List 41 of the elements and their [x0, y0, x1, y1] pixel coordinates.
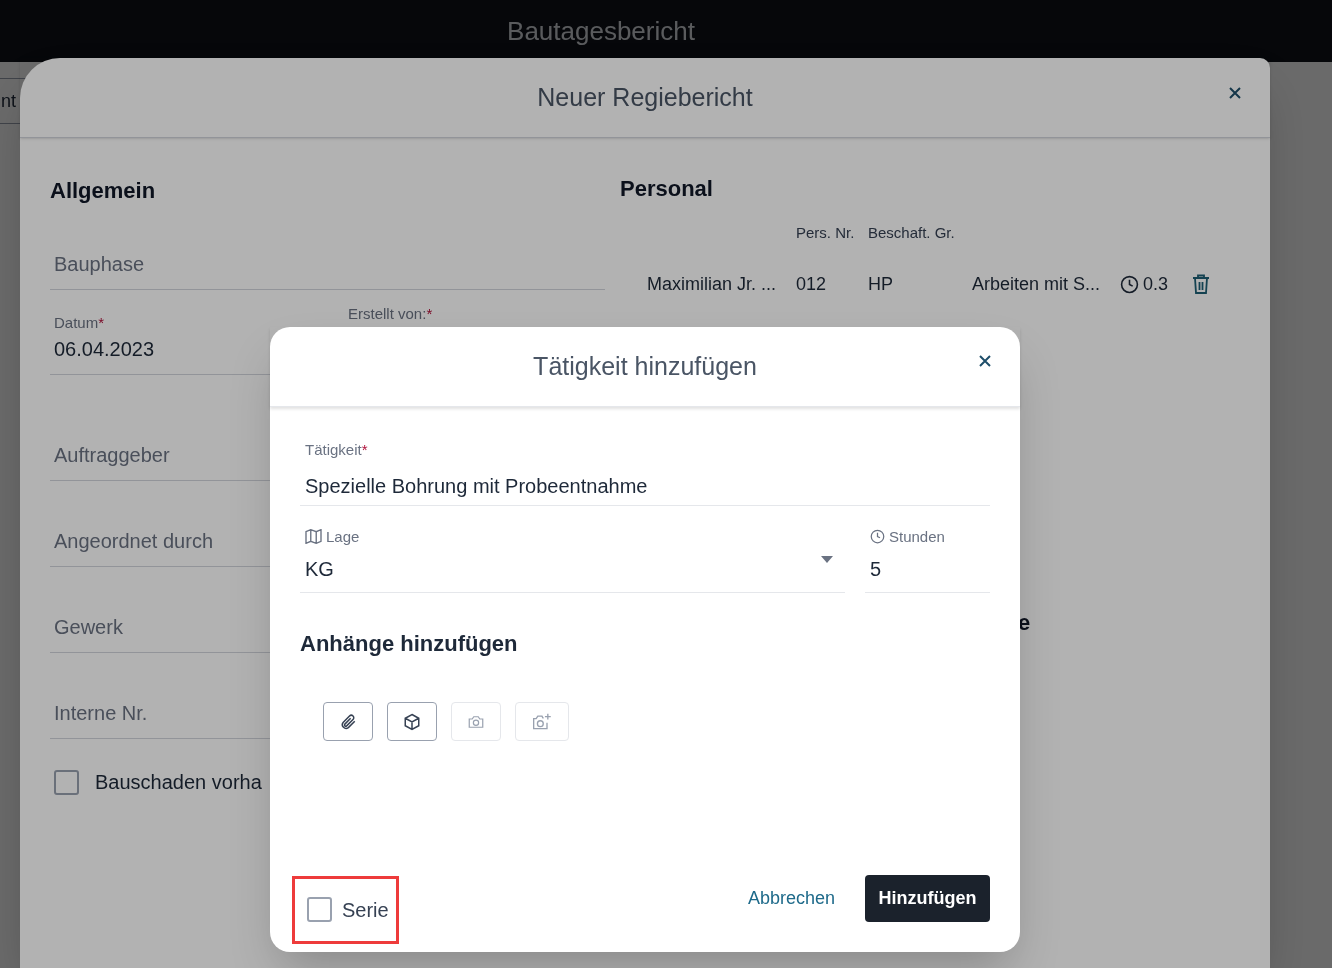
trash-icon	[1192, 274, 1210, 294]
checkbox[interactable]	[307, 897, 332, 922]
dialog-title: Tätigkeit hinzufügen	[533, 350, 757, 382]
cube-icon	[403, 712, 421, 731]
table-cell-text: 012	[796, 272, 828, 296]
add-button[interactable]: Hinzufügen	[865, 875, 990, 922]
map-icon	[305, 529, 322, 545]
field-label: Datum*	[54, 312, 106, 333]
field-value: Spezielle Bohrung mit Probeentnahme	[305, 473, 648, 499]
section-heading: Anhänge hinzufügen	[300, 631, 518, 656]
field-value: 5	[870, 557, 882, 582]
dialog-title: Neuer Regiebericht	[537, 81, 753, 113]
field-label: Lage	[326, 526, 360, 547]
cancel-link[interactable]: Abbrechen	[747, 885, 835, 912]
delete-button[interactable]	[1192, 274, 1210, 294]
field-label: Erstellt von:*	[348, 303, 434, 324]
checkbox-label: Bauschaden vorha	[95, 770, 262, 795]
hours-value: 0.3	[1143, 272, 1169, 296]
table-cell-text: Arbeiten mit S...	[972, 272, 1102, 296]
table-cell-text: Maximilian Jr. ...	[647, 272, 778, 296]
text-field[interactable]: Tätigkeit* Spezielle Bohrung mit Probeentnahme	[300, 439, 990, 506]
column-header: Pers. Nr.	[796, 223, 856, 243]
app-title: Bautagesbericht	[507, 14, 695, 48]
clock-icon	[1120, 274, 1139, 294]
field-label: Tätigkeit*	[305, 440, 368, 460]
select-field[interactable]: Lage KG	[300, 525, 845, 593]
camera-plus-icon	[532, 711, 552, 732]
checkbox-label: Serie	[342, 897, 389, 923]
field-value: 06.04.2023	[54, 337, 156, 362]
section-heading: Personal	[620, 176, 713, 201]
table-cell-text: HP	[868, 272, 894, 296]
checkbox[interactable]	[54, 769, 79, 795]
paperclip-icon	[339, 712, 357, 731]
caret-icon	[821, 555, 833, 563]
column-header: Beschaft. Gr.	[868, 223, 956, 243]
field-label: Stunden	[889, 526, 945, 547]
text-field[interactable]: Stunden 5	[865, 525, 990, 593]
field-value: KG	[305, 557, 334, 582]
attachment-button[interactable]	[387, 702, 437, 741]
attachment-button[interactable]	[323, 702, 373, 741]
clock-icon	[870, 529, 885, 545]
